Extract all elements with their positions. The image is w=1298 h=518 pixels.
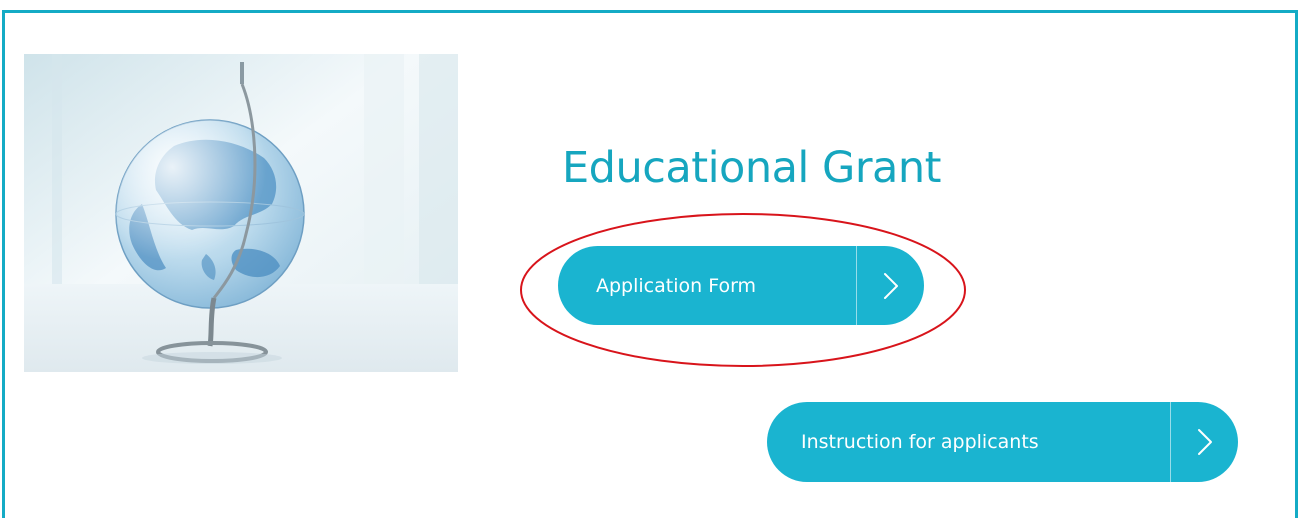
instruction-for-applicants-label: Instruction for applicants [801, 431, 1039, 453]
page: Educational Grant Application Form Instr… [0, 0, 1298, 518]
page-title: Educational Grant [562, 143, 942, 193]
chevron-right-icon [1171, 402, 1238, 482]
chevron-right-icon [857, 246, 924, 325]
application-form-button[interactable]: Application Form [558, 246, 924, 325]
instruction-for-applicants-button[interactable]: Instruction for applicants [767, 402, 1238, 482]
globe-image [24, 54, 458, 372]
